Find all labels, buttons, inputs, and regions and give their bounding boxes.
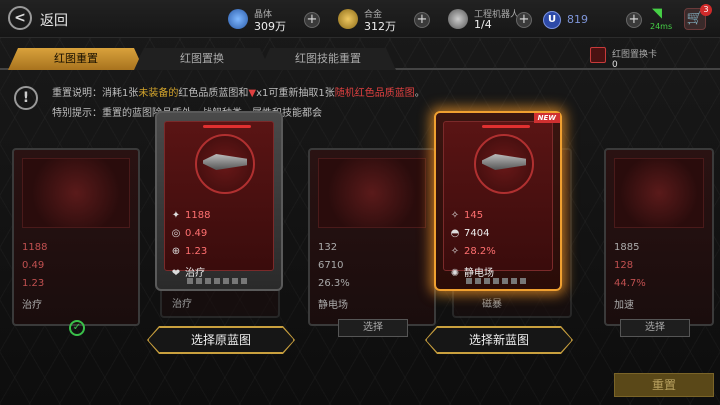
u-currency-icon: U [543, 11, 561, 29]
skill-icon: ❤ [171, 268, 181, 279]
reset-description: 重置说明：消耗1张未装备的红色品质蓝图和▼x1可重新抽取1张随机红色品质蓝图。 [52, 88, 425, 99]
top-bar: < 返回 晶体 309万 + 合金 312万 + 工程机器人 1/4 + U 8… [0, 0, 720, 38]
skill-icon: ✺ [450, 268, 460, 279]
blueprint-card-3[interactable]: 132 6710 26.3% 静电场 [308, 148, 436, 326]
stat-icon: ✦ [171, 210, 181, 221]
wifi-icon: ◥ [652, 6, 662, 21]
select-card-3-button[interactable]: 选择 [338, 319, 408, 337]
tab-reset[interactable]: 红图重置 [8, 48, 144, 70]
card-2-skill: 治疗 [172, 299, 192, 310]
ship-image [22, 158, 130, 228]
add-u-button[interactable]: + [626, 12, 642, 28]
card-frame: ✦ 1188 ◎ 0.49 ⊕ 1.23 ❤ 治疗 [164, 121, 274, 279]
u-currency-value: 819 [567, 13, 588, 26]
stat-icon: ✧ [450, 210, 460, 221]
card-footer [187, 278, 247, 284]
card-frame: ✧ 145 ◓ 7404 ✧ 28.2% ✺ 静电场 [443, 121, 553, 279]
checkmark-icon: ✓ [69, 320, 85, 336]
original-blueprint-card[interactable]: ✦ 1188 ◎ 0.49 ⊕ 1.23 ❤ 治疗 [155, 111, 283, 291]
cart-badge: 3 [700, 4, 712, 16]
reset-button[interactable]: 重置 [614, 373, 714, 397]
tab-exchange[interactable]: 红图置换 [134, 48, 270, 70]
exchange-card-counter: 红图置换卡 0 [590, 47, 657, 70]
ship-image [318, 158, 426, 228]
crystal-icon [228, 9, 248, 29]
card-4-skill: 磁暴 [482, 299, 502, 310]
ping-value: 24ms [650, 22, 673, 31]
info-icon: ! [14, 86, 38, 110]
stat-icon: ✧ [450, 246, 460, 257]
stat-icon: ◓ [450, 228, 460, 239]
select-card-5-button[interactable]: 选择 [620, 319, 690, 337]
add-crystal-button[interactable]: + [304, 12, 320, 28]
new-badge: NEW [533, 113, 560, 123]
new-blueprint-card[interactable]: ✧ 145 ◓ 7404 ✧ 28.2% ✺ 静电场 NEW [434, 111, 562, 291]
add-alloy-button[interactable]: + [414, 12, 430, 28]
blueprint-card-5[interactable]: 1885 128 44.7% 加速 [604, 148, 714, 326]
blueprint-card-1[interactable]: 1188 0.49 1.23 治疗 [12, 148, 140, 326]
add-robot-button[interactable]: + [516, 12, 532, 28]
stat-icon: ⊕ [171, 246, 181, 257]
tab-skill-reset[interactable]: 红图技能重置 [260, 48, 396, 70]
rarity-bar [482, 125, 530, 128]
select-original-button[interactable]: 选择原蓝图 [148, 327, 294, 353]
card-footer [466, 278, 526, 284]
ship-image [614, 158, 704, 228]
stat-icon: ◎ [171, 228, 181, 239]
rarity-bar [203, 125, 251, 128]
alloy-icon [338, 9, 358, 29]
select-new-button[interactable]: 选择新蓝图 [426, 327, 572, 353]
back-icon[interactable]: < [8, 6, 32, 30]
back-label[interactable]: 返回 [40, 10, 68, 30]
robot-icon [448, 9, 468, 29]
exchange-card-icon [590, 47, 606, 63]
